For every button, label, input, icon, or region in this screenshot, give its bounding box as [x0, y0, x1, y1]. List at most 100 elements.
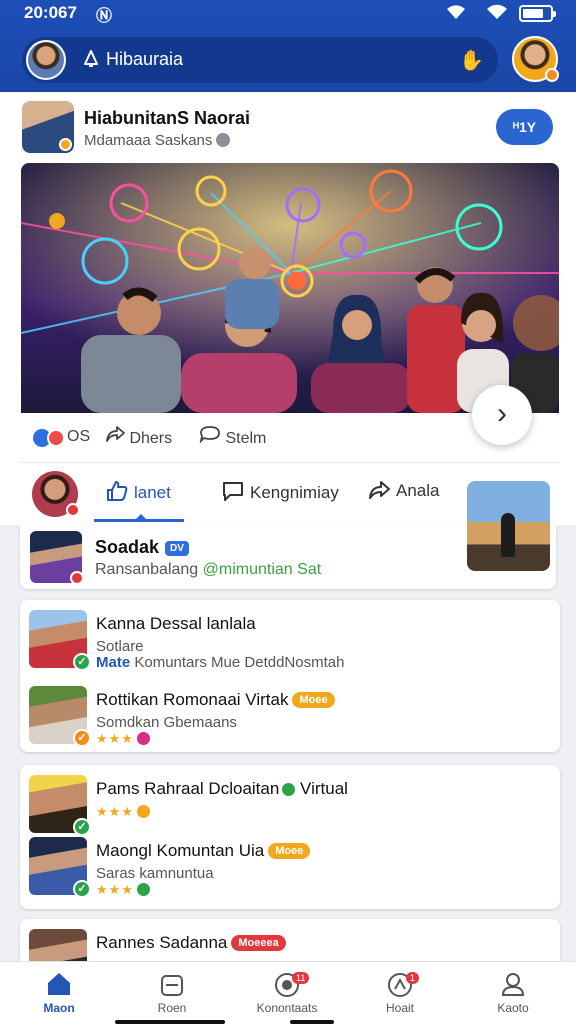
- list-item-detail: Mate Komuntars Mue DetddNosmtah: [96, 654, 344, 671]
- notification-badge: 1: [406, 972, 420, 984]
- search-bar[interactable]: Hibauraia ✋: [22, 37, 498, 83]
- profile-avatar[interactable]: [512, 36, 559, 82]
- list-item[interactable]: ✓ Pams Rahraal Dcloaitan Virtual ★★★: [20, 769, 560, 839]
- status-time: 20:067: [24, 3, 77, 22]
- share-button[interactable]: Anala: [368, 480, 439, 501]
- list-item-title-text: Rannes Sadanna: [96, 933, 228, 952]
- comment-label: Kengnimiay: [250, 483, 339, 502]
- post-author-avatar[interactable]: [22, 101, 74, 153]
- entry-tag: DV: [165, 541, 189, 556]
- list-item-title-text: Rottikan Romonaai Virtak: [96, 690, 289, 709]
- nav-community-label: Konontaats: [256, 1001, 318, 1015]
- hero-illustration: [21, 163, 559, 413]
- list-item-subtitle: Somdkan Gbemaans: [96, 714, 237, 731]
- status-badge: Moee: [292, 692, 335, 708]
- community-card: ✓ Kanna Dessal lanlala Sotlare Mate Komu…: [20, 600, 560, 752]
- list-item-avatar[interactable]: ✓: [29, 686, 91, 747]
- list-item-avatar[interactable]: ✓: [29, 610, 91, 671]
- status-dot: [66, 503, 80, 517]
- share-link[interactable]: Dhers: [105, 425, 172, 448]
- entry-mention[interactable]: @mimuntian Sat: [203, 561, 322, 578]
- entry-avatar[interactable]: [30, 531, 84, 585]
- list-item-suffix: Virtual: [300, 779, 348, 798]
- like-button[interactable]: lanet: [106, 480, 171, 503]
- entry-subtitle-text: Ransanbalang: [95, 561, 199, 578]
- list-item[interactable]: ✓ Kanna Dessal lanlala Sotlare Mate Komu…: [20, 604, 560, 674]
- settings-icon: [216, 133, 231, 147]
- comment-label: Stelm: [225, 429, 267, 447]
- active-tab-indicator: [94, 514, 184, 522]
- share-icon: [106, 426, 125, 442]
- list-item-title-text: Maongl Komuntan Uia: [96, 841, 265, 860]
- post-image[interactable]: [21, 163, 559, 413]
- avatar[interactable]: [26, 40, 66, 80]
- action-row: lanet Kengnimiay Anala: [0, 463, 576, 571]
- home-indicator-secondary: [290, 1020, 334, 1024]
- search-input[interactable]: Hibauraia: [106, 49, 183, 70]
- bell-icon: [84, 50, 98, 67]
- list-item-avatar[interactable]: ✓: [29, 837, 91, 898]
- nfc-icon: Ⓝ: [96, 8, 113, 25]
- nav-home-label: Maon: [43, 1001, 75, 1015]
- commenter-avatar[interactable]: [32, 471, 80, 517]
- wifi-icon: [447, 5, 465, 19]
- nav-profile[interactable]: Kaoto: [468, 970, 558, 1015]
- list-item-title: Rannes Sadanna Moeeea: [96, 933, 286, 953]
- list-item-rating: ★★★: [96, 730, 150, 747]
- like-label: lanet: [134, 483, 171, 502]
- globe-icon: [282, 783, 296, 796]
- post-author-name[interactable]: HiabunitanS Naorai: [84, 108, 250, 129]
- list-item[interactable]: ✓ Rottikan Romonaai Virtak Moee Somdkan G…: [20, 680, 560, 750]
- rating-stars: ★★★: [96, 731, 134, 746]
- status-dot: [70, 571, 84, 585]
- check-icon: ✓: [73, 880, 91, 898]
- list-item-detail-text: Komuntars Mue DetddNosmtah: [134, 654, 345, 671]
- list-item-title-text: Pams Rahraal Dcloaitan: [96, 779, 280, 798]
- list-item-subtitle: Sotlare: [96, 638, 144, 655]
- reaction-count[interactable]: OS: [67, 428, 90, 446]
- badge-icon: ✓: [73, 729, 91, 747]
- top-app-bar: 20:067 Ⓝ Hibauraia ✋: [0, 0, 576, 92]
- nav-profile-label: Kaoto: [497, 1001, 529, 1015]
- list-item-rating: ★★★: [96, 881, 150, 898]
- entry-subtitle: Ransanbalang @mimuntian Sat: [95, 561, 321, 579]
- signal-icon: [487, 4, 507, 19]
- follow-button[interactable]: ᴴ1Y: [496, 109, 553, 145]
- nav-shop-label: Roen: [157, 1001, 187, 1015]
- hand-icon[interactable]: ✋: [459, 48, 484, 73]
- chevron-right-icon: ›: [497, 397, 507, 430]
- list-item-avatar[interactable]: ✓: [29, 775, 91, 836]
- comment-button[interactable]: Kengnimiay: [222, 480, 339, 503]
- share-label: Dhers: [129, 429, 173, 447]
- check-icon: ✓: [73, 653, 91, 671]
- status-bar: 20:067 Ⓝ: [0, 0, 576, 28]
- thumbnail-figure: [501, 513, 515, 557]
- list-item-title: Rottikan Romonaai Virtak Moee: [96, 690, 335, 710]
- chat-icon: [199, 426, 220, 444]
- entry-title-text: Soadak: [95, 537, 160, 557]
- nav-shop[interactable]: Roen: [127, 970, 217, 1015]
- next-arrow-button[interactable]: ›: [472, 385, 532, 445]
- list-item[interactable]: ✓ Maongl Komuntan Uia Moee Saras kamnuntu…: [20, 831, 560, 901]
- comment-link[interactable]: Stelm: [199, 425, 266, 448]
- list-item-subtitle: Saras kamnuntua: [96, 865, 214, 882]
- status-badge: Moeeea: [231, 935, 286, 951]
- nav-heart-label: Hoait: [385, 1001, 414, 1015]
- home-indicator: [115, 1020, 225, 1024]
- list-item-rating: ★★★: [96, 803, 150, 820]
- nav-community[interactable]: 11 Konontaats: [242, 970, 332, 1015]
- badge-icon: [136, 805, 150, 818]
- comment-icon: [223, 482, 243, 501]
- list-item-title: Maongl Komuntan Uia Moee: [96, 841, 311, 861]
- video-thumbnail[interactable]: [467, 481, 550, 571]
- rating-stars: ★★★: [96, 804, 134, 819]
- nav-home[interactable]: Maon: [14, 970, 104, 1015]
- verified-badge: [59, 138, 72, 151]
- post-card: HiabunitanS Naorai Mdamaaa Saskans ᴴ1Y O…: [0, 92, 576, 496]
- nav-heart[interactable]: 1 Hoait: [355, 970, 445, 1015]
- bottom-navigation: Maon Roen 11 Konontaats 1 Hoait Kaoto: [0, 961, 576, 1024]
- rating-stars: ★★★: [96, 882, 134, 897]
- post-subtitle-text: Mdamaaa Saskans: [84, 132, 213, 149]
- list-item-title: Pams Rahraal Dcloaitan Virtual: [96, 779, 348, 799]
- thumbs-up-icon: [107, 481, 128, 501]
